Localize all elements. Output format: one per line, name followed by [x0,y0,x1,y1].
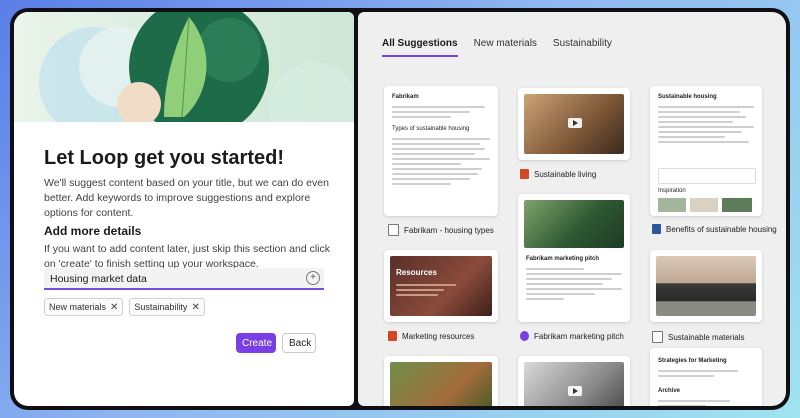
document-icon [388,224,399,236]
slide-heading: Resources [396,268,437,277]
video-icon [520,169,529,179]
suggestion-caption[interactable]: Sustainable living [520,169,596,179]
suggestion-caption[interactable]: Benefits of sustainable housing [652,224,777,234]
keyword-chips: New materials ✕ Sustainability ✕ [44,298,205,316]
suggestion-card-strategies[interactable]: Strategies for Marketing Archive [650,348,762,406]
tab-sustainability[interactable]: Sustainability [553,38,612,57]
suggestion-card-resources[interactable]: Resources [384,250,498,322]
doc-heading: Strategies for Marketing [658,358,727,364]
onboarding-panel: Let Loop get you started! We'll suggest … [14,12,354,406]
intro-description: We'll suggest content based on your titl… [44,177,329,219]
document-icon [652,331,663,343]
doc-heading: Fabrikam marketing pitch [526,256,600,262]
word-icon [652,224,661,234]
suggestion-card-housing-doc[interactable]: Sustainable housing Inspiration [650,86,762,216]
create-button[interactable]: Create [236,333,276,353]
workspace-title-field: + [44,268,324,290]
suggestion-card-fabrikam-doc[interactable]: Fabrikam Types of sustainable housing [384,86,498,216]
suggestion-card-materials[interactable] [650,250,762,322]
remove-chip-icon[interactable]: ✕ [110,302,118,313]
suggestion-card-video-living[interactable] [518,88,630,160]
tab-all-suggestions[interactable]: All Suggestions [382,38,458,57]
doc-subheading: Archive [658,388,681,394]
chip-label: Sustainability [134,302,188,312]
suggestion-caption[interactable]: Marketing resources [388,331,474,341]
page-title: Let Loop get you started! [44,147,284,169]
play-video-icon[interactable] [568,386,582,396]
suggestion-caption[interactable]: Sustainable materials [652,331,744,343]
suggestion-card-marketing-pitch[interactable]: Fabrikam marketing pitch [518,194,630,322]
loop-icon [520,331,529,341]
suggestions-panel: All Suggestions New materials Sustainabi… [358,12,786,406]
suggestion-caption[interactable]: Fabrikam - housing types [388,224,494,236]
doc-subheading: Inspiration [658,188,686,194]
hero-illustration [14,12,354,122]
workspace-title-input[interactable] [50,271,290,287]
back-button[interactable]: Back [282,333,316,353]
suggestion-card-video-arch[interactable] [518,356,630,406]
doc-heading: Fabrikam [392,94,419,100]
suggestion-caption[interactable]: Fabrikam marketing pitch [520,331,624,341]
remove-chip-icon[interactable]: ✕ [191,302,199,313]
powerpoint-icon [388,331,397,341]
chip-label: New materials [49,302,107,312]
doc-subheading: Types of sustainable housing [392,126,470,132]
app-frame: Let Loop get you started! We'll suggest … [10,8,790,410]
add-keyword-icon[interactable]: + [306,271,320,285]
doc-heading: Sustainable housing [658,94,717,100]
suggestion-tabs: All Suggestions New materials Sustainabi… [382,38,612,57]
keyword-chip: Sustainability ✕ [129,298,205,316]
suggestion-card-building-photo[interactable] [384,356,498,406]
play-video-icon[interactable] [568,118,582,128]
details-heading: Add more details [44,224,142,238]
tab-new-materials[interactable]: New materials [474,38,537,57]
keyword-chip: New materials ✕ [44,298,124,316]
